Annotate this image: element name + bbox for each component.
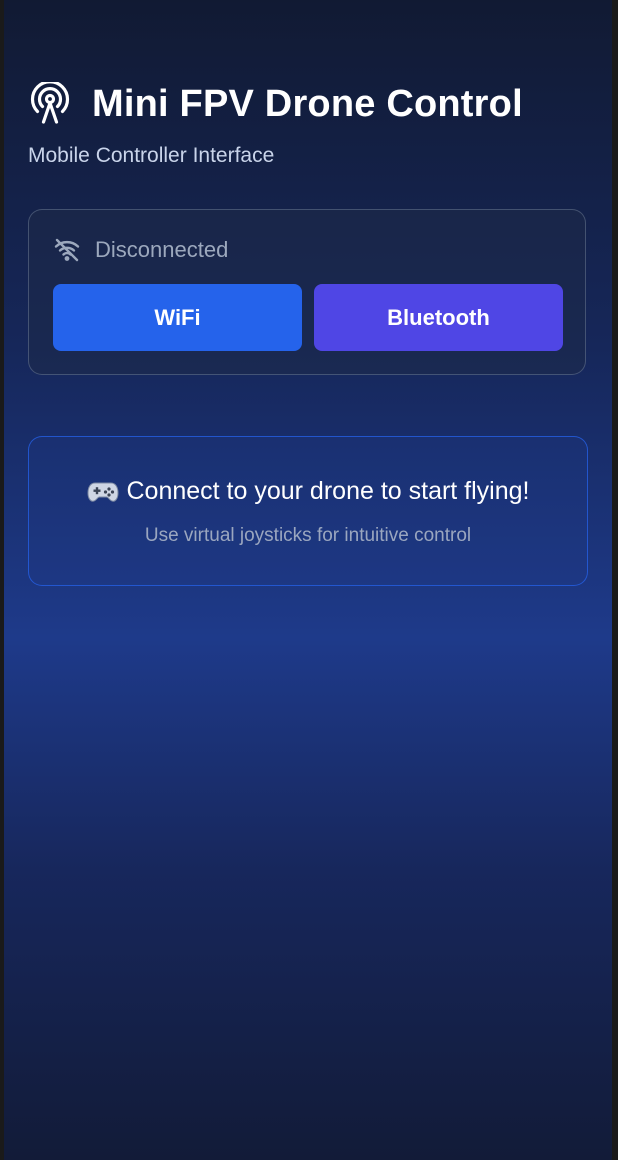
- header: Mini FPV Drone Control Mobile Controller…: [28, 80, 592, 168]
- connection-card: Disconnected WiFi Bluetooth: [28, 209, 586, 375]
- connect-prompt-title: Connect to your drone to start flying!: [126, 477, 530, 505]
- page-subtitle: Mobile Controller Interface: [28, 144, 275, 167]
- app-screen: Mini FPV Drone Control Mobile Controller…: [4, 0, 612, 1160]
- status-text: Disconnected: [95, 237, 229, 262]
- gamepad-icon: [86, 480, 119, 504]
- title-row: Mini FPV Drone Control: [28, 80, 592, 128]
- connection-buttons: WiFi Bluetooth: [53, 284, 563, 351]
- connect-prompt-card: Connect to your drone to start flying! U…: [28, 436, 588, 586]
- wifi-connect-button[interactable]: WiFi: [53, 284, 302, 351]
- broadcast-antenna-icon: [28, 82, 72, 126]
- bluetooth-connect-button[interactable]: Bluetooth: [314, 284, 563, 351]
- page-title: Mini FPV Drone Control: [92, 82, 523, 125]
- wifi-off-icon: [53, 236, 81, 264]
- connect-prompt-subtitle: Use virtual joysticks for intuitive cont…: [144, 525, 472, 546]
- connection-status: Disconnected: [53, 236, 228, 264]
- connect-prompt-title-row: Connect to your drone to start flying!: [29, 477, 587, 506]
